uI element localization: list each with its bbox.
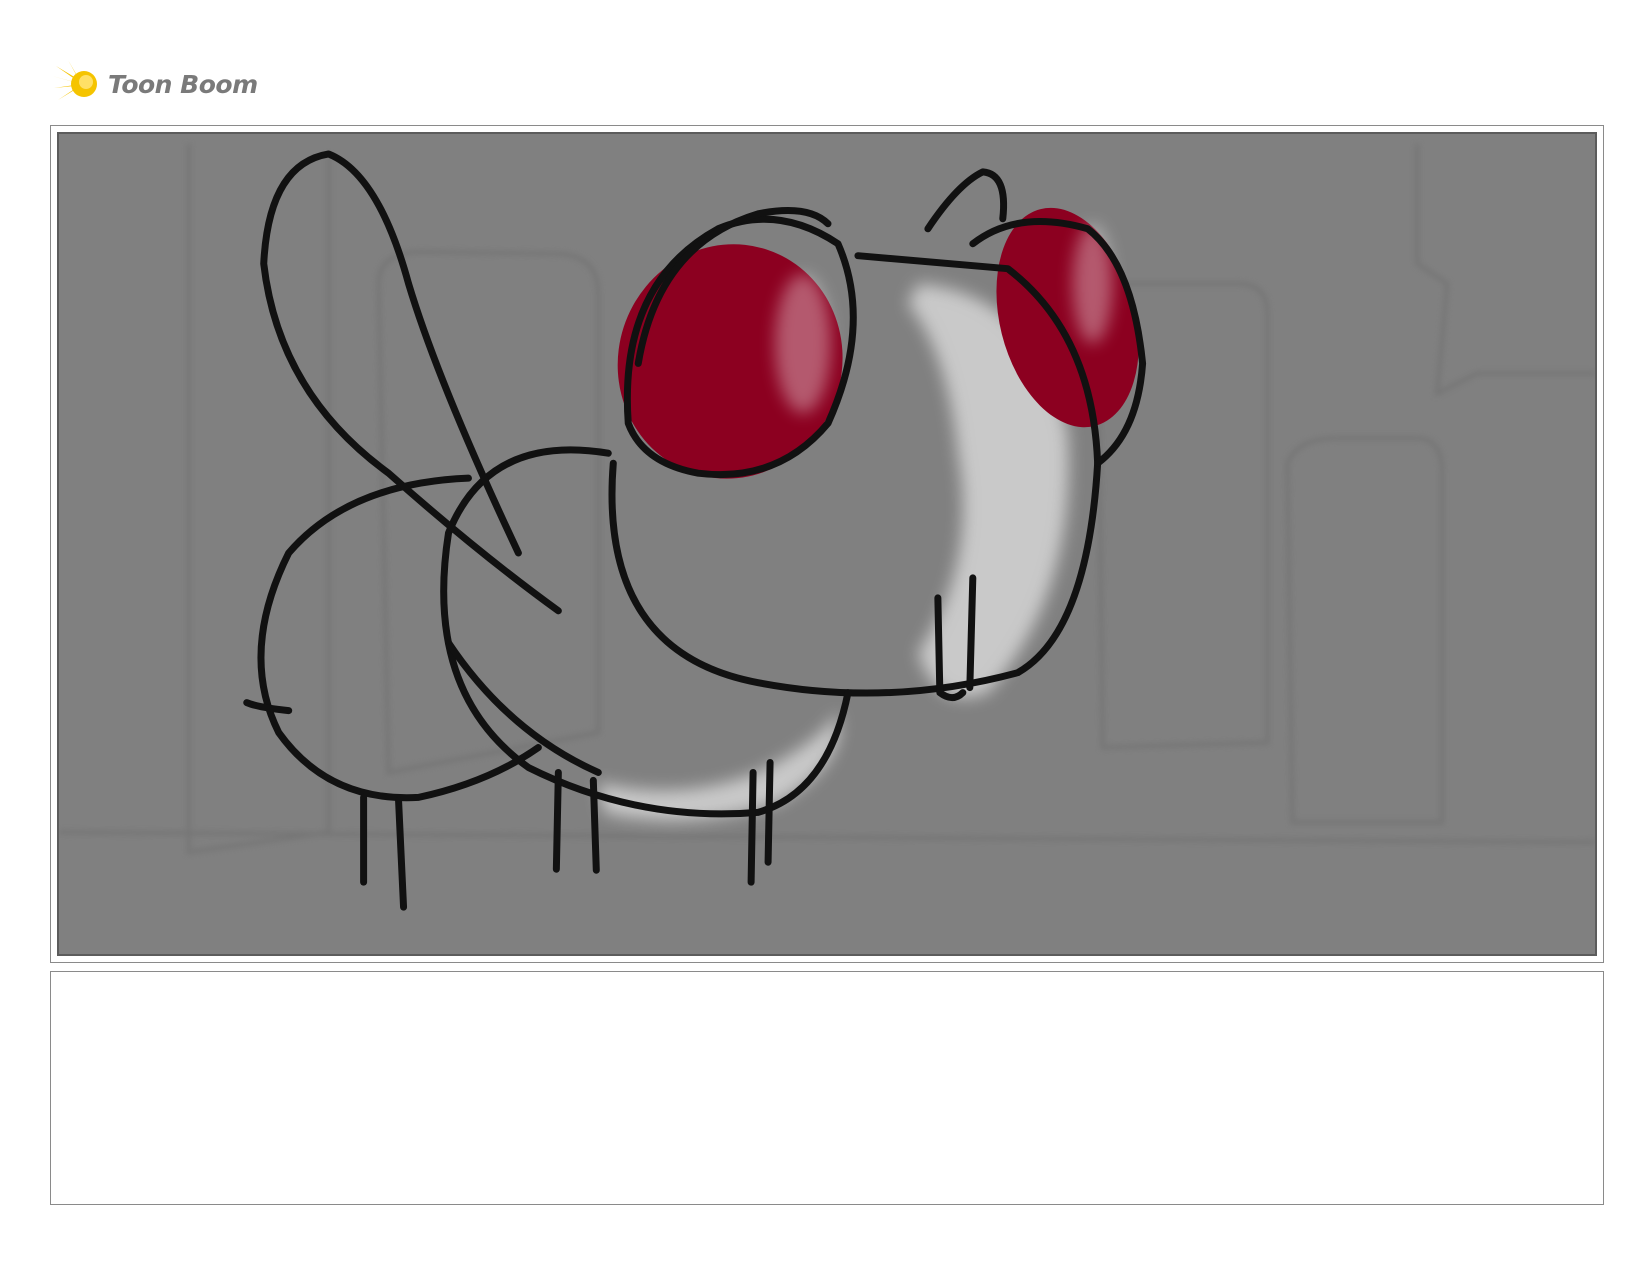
fly-sketch-drawing [59,143,1595,911]
brand-name: Toon Boom [108,69,258,99]
starburst-icon [52,60,97,108]
storyboard-panel[interactable] [50,125,1604,963]
panel-canvas[interactable] [57,132,1597,956]
caption-box[interactable] [50,971,1604,1205]
toon-boom-logo: Toon Boom [52,56,312,112]
